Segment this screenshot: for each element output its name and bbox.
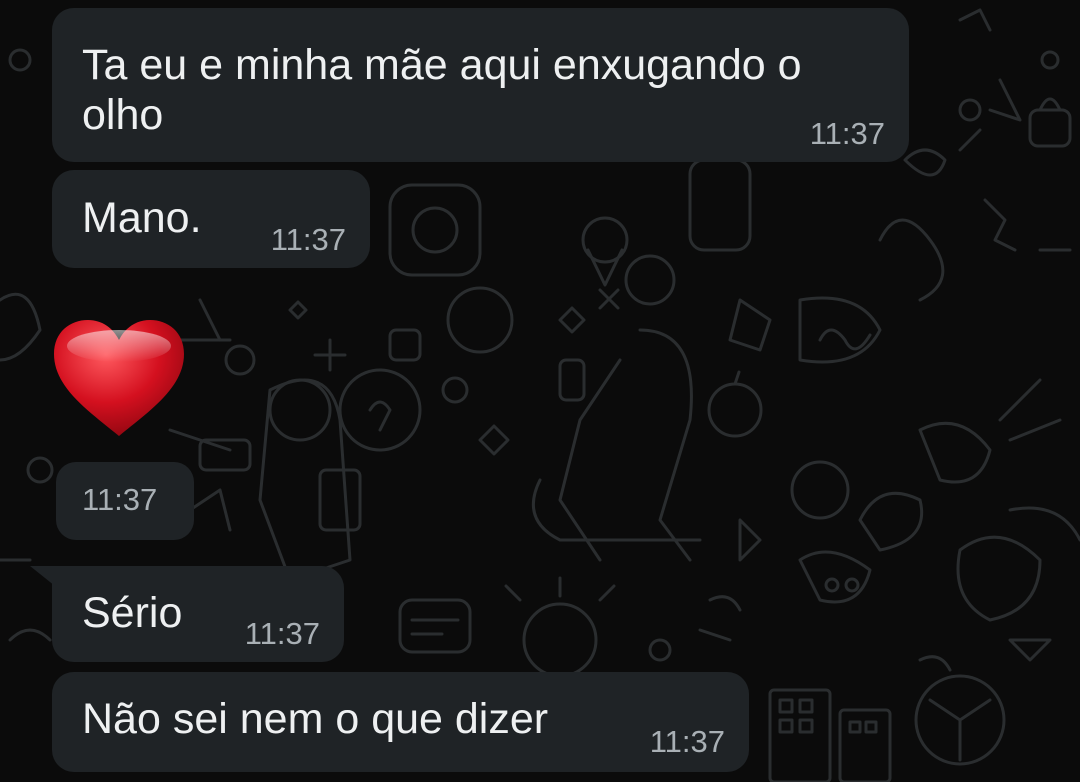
message-timestamp: 11:37 [649,724,725,759]
message-bubble-incoming[interactable]: Sério 11:37 [52,566,344,662]
message-text: Sério [82,589,183,637]
message-text: Ta eu e minha mãe aqui enxugando o olho [82,41,802,139]
message-bubble-incoming[interactable]: Ta eu e minha mãe aqui enxugando o olho … [52,8,909,162]
message-bubble-incoming[interactable]: 11:37 [56,462,194,540]
red-heart-icon[interactable] [50,316,188,440]
message-timestamp: 11:37 [82,482,158,517]
message-timestamp: 11:37 [270,222,346,257]
message-list[interactable]: Ta eu e minha mãe aqui enxugando o olho … [0,0,1080,782]
message-timestamp: 11:37 [809,116,885,151]
message-text: Não sei nem o que dizer [82,695,549,743]
message-text: Mano. [82,194,202,242]
message-bubble-incoming[interactable]: Mano. 11:37 [52,170,370,268]
message-timestamp: 11:37 [244,616,320,651]
message-bubble-incoming[interactable]: Não sei nem o que dizer 11:37 [52,672,749,772]
